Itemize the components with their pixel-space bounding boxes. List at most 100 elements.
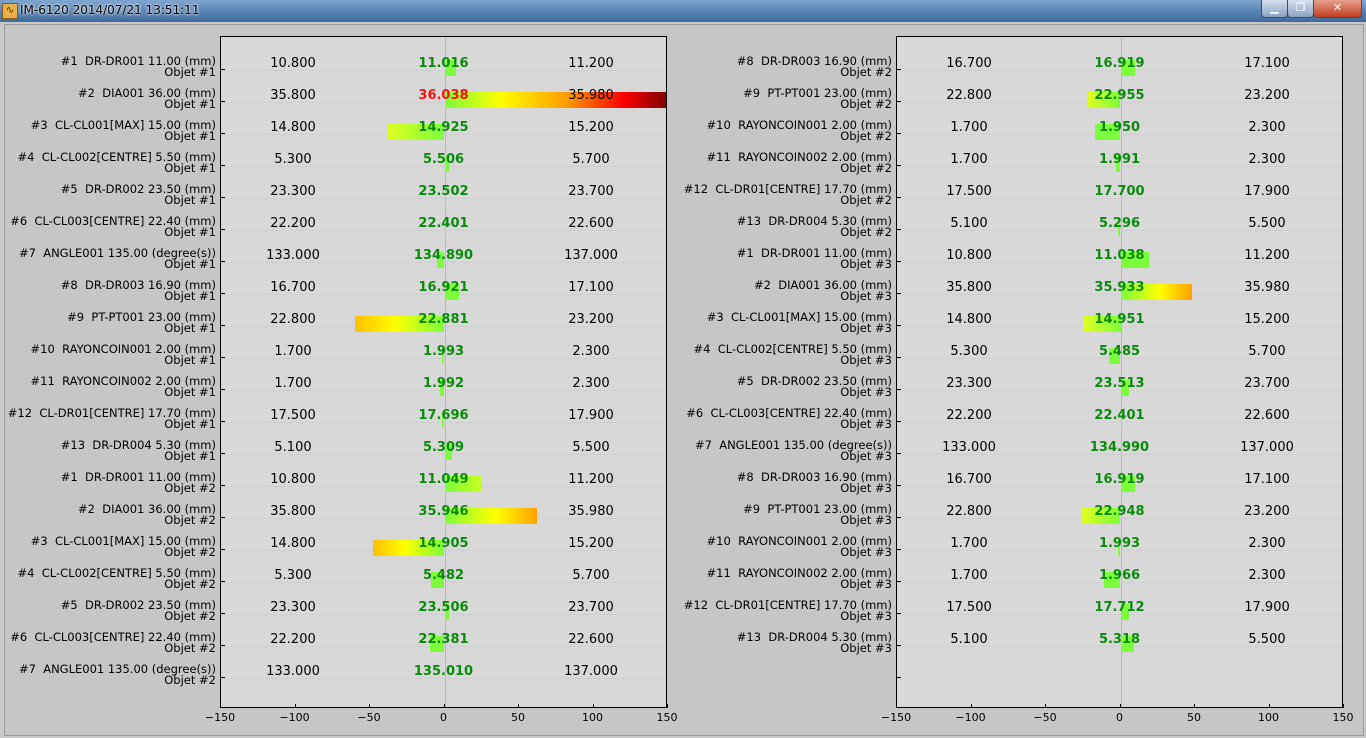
y-tick bbox=[221, 613, 225, 614]
measured-value: 1.950 bbox=[1098, 120, 1141, 135]
lower-limit: 14.800 bbox=[270, 536, 316, 551]
y-tick bbox=[221, 581, 225, 582]
object-name: Objet #2 bbox=[164, 545, 216, 559]
measured-value: 1.992 bbox=[422, 376, 465, 391]
lower-limit: 10.800 bbox=[270, 472, 316, 487]
close-button[interactable]: ✕ bbox=[1313, 0, 1362, 18]
lower-limit: 17.500 bbox=[270, 408, 316, 423]
measured-value: 1.993 bbox=[422, 344, 465, 359]
x-tick-label: 0 bbox=[440, 711, 447, 724]
x-tick-label: −150 bbox=[204, 711, 236, 724]
y-tick bbox=[221, 421, 225, 422]
lower-limit: 133.000 bbox=[942, 440, 996, 455]
y-tick bbox=[221, 453, 225, 454]
measurement-label: #7 ANGLE001 135.00 (degree(s)) Objet #2 bbox=[19, 663, 216, 686]
upper-limit: 137.000 bbox=[564, 248, 618, 263]
lower-limit: 16.700 bbox=[946, 56, 992, 71]
lower-limit: 35.800 bbox=[270, 504, 316, 519]
object-name: Objet #1 bbox=[164, 161, 216, 175]
y-tick bbox=[897, 485, 901, 486]
upper-limit: 11.200 bbox=[568, 56, 614, 71]
y-tick bbox=[897, 133, 901, 134]
object-name: Objet #1 bbox=[164, 257, 216, 271]
y-tick bbox=[897, 197, 901, 198]
measurement-label: #11 RAYONCOIN002 2.00 (mm) Objet #3 bbox=[707, 567, 892, 590]
y-tick bbox=[897, 517, 901, 518]
lower-limit: 22.200 bbox=[270, 216, 316, 231]
upper-limit: 2.300 bbox=[572, 376, 610, 391]
object-name: Objet #3 bbox=[840, 545, 892, 559]
y-tick bbox=[897, 421, 901, 422]
y-tick bbox=[897, 229, 901, 230]
measured-value: 22.955 bbox=[1094, 88, 1145, 103]
measurement-label: #13 DR-DR004 5.30 (mm) Objet #1 bbox=[61, 439, 216, 463]
lower-limit: 22.800 bbox=[270, 312, 316, 327]
measurement-label: #12 CL-DR01[CENTRE] 17.70 (mm) Objet #2 bbox=[684, 183, 892, 206]
y-tick bbox=[221, 69, 225, 70]
upper-limit: 35.980 bbox=[1244, 280, 1290, 295]
x-tick bbox=[369, 704, 370, 708]
measurement-label: #3 CL-CL001[MAX] 15.00 (mm) Objet #3 bbox=[707, 311, 892, 334]
measured-value: 17.696 bbox=[418, 408, 469, 423]
measured-value: 134.890 bbox=[413, 248, 474, 263]
measurement-label: #1 DR-DR001 11.00 (mm) Objet #1 bbox=[61, 55, 216, 78]
lower-limit: 1.700 bbox=[950, 568, 988, 583]
measured-value: 1.991 bbox=[1098, 152, 1141, 167]
measurement-label: #1 DR-DR001 11.00 (mm) Objet #2 bbox=[61, 471, 216, 494]
x-tick-label: −50 bbox=[357, 711, 381, 724]
measurement-label: #12 CL-DR01[CENTRE] 17.70 (mm) Objet #1 bbox=[8, 407, 216, 430]
x-tick-label: 150 bbox=[1332, 711, 1354, 724]
measurement-label: #5 DR-DR002 23.50 (mm) Objet #3 bbox=[737, 375, 892, 398]
object-name: Objet #2 bbox=[840, 129, 892, 143]
lower-limit: 133.000 bbox=[266, 248, 320, 263]
measured-value: 135.010 bbox=[413, 664, 474, 679]
lower-limit: 14.800 bbox=[946, 312, 992, 327]
y-tick bbox=[897, 613, 901, 614]
measured-value: 14.925 bbox=[418, 120, 469, 135]
y-tick bbox=[897, 677, 901, 678]
measured-value: 23.502 bbox=[418, 184, 469, 199]
measured-value: 17.700 bbox=[1094, 184, 1145, 199]
measured-value: 17.712 bbox=[1094, 600, 1145, 615]
object-name: Objet #2 bbox=[840, 65, 892, 79]
lower-limit: 22.800 bbox=[946, 504, 992, 519]
x-tick-label: −50 bbox=[1033, 711, 1057, 724]
measurement-label: #5 DR-DR002 23.50 (mm) Objet #2 bbox=[61, 599, 216, 622]
upper-limit: 5.500 bbox=[1248, 632, 1286, 647]
upper-limit: 22.600 bbox=[1244, 408, 1290, 423]
x-tick-label: 150 bbox=[656, 711, 678, 724]
x-tick bbox=[294, 704, 296, 708]
object-name: Objet #1 bbox=[164, 449, 216, 463]
title-bar[interactable]: ∿ IM-6120 2014/07/21 13:51:11 ▁ ❐ ✕ bbox=[0, 0, 1366, 22]
measured-value: 5.482 bbox=[422, 568, 465, 583]
upper-limit: 5.500 bbox=[572, 440, 610, 455]
window-title: IM-6120 2014/07/21 13:51:11 bbox=[20, 3, 200, 17]
object-name: Objet #1 bbox=[164, 353, 216, 367]
x-tick bbox=[592, 704, 594, 708]
object-name: Objet #3 bbox=[840, 257, 892, 271]
measurement-label: #1 DR-DR001 11.00 (mm) Objet #3 bbox=[737, 247, 892, 271]
upper-limit: 22.600 bbox=[568, 216, 614, 231]
object-name: Objet #2 bbox=[840, 161, 892, 175]
measurement-label: #6 CL-CL003[CENTRE] 22.40 (mm) Objet #2 bbox=[10, 631, 216, 654]
minimize-button[interactable]: ▁ bbox=[1261, 0, 1288, 18]
measurement-label: #2 DIA001 36.00 (mm) Objet #1 bbox=[78, 87, 216, 110]
y-tick bbox=[897, 325, 901, 326]
measurement-label: #8 DR-DR003 16.90 (mm) Objet #2 bbox=[737, 55, 892, 79]
upper-limit: 5.500 bbox=[1248, 216, 1286, 231]
lower-limit: 1.700 bbox=[950, 536, 988, 551]
y-tick bbox=[221, 517, 225, 518]
measured-value: 16.919 bbox=[1094, 56, 1145, 71]
lower-limit: 5.100 bbox=[950, 216, 988, 231]
upper-limit: 2.300 bbox=[1248, 120, 1286, 135]
x-tick bbox=[1119, 704, 1121, 708]
waveform-icon[interactable]: ∿ bbox=[2, 3, 18, 19]
x-tick-label: 50 bbox=[511, 711, 525, 724]
measurement-label: #9 PT-PT001 23.00 (mm) Objet #3 bbox=[743, 503, 892, 526]
lower-limit: 16.700 bbox=[946, 472, 992, 487]
measurement-label: #13 DR-DR004 5.30 (mm) Objet #2 bbox=[737, 215, 892, 238]
x-tick-label: 0 bbox=[1116, 711, 1123, 724]
x-tick-label: 50 bbox=[1187, 711, 1201, 724]
maximize-button[interactable]: ❐ bbox=[1287, 0, 1314, 18]
lower-limit: 16.700 bbox=[270, 280, 316, 295]
